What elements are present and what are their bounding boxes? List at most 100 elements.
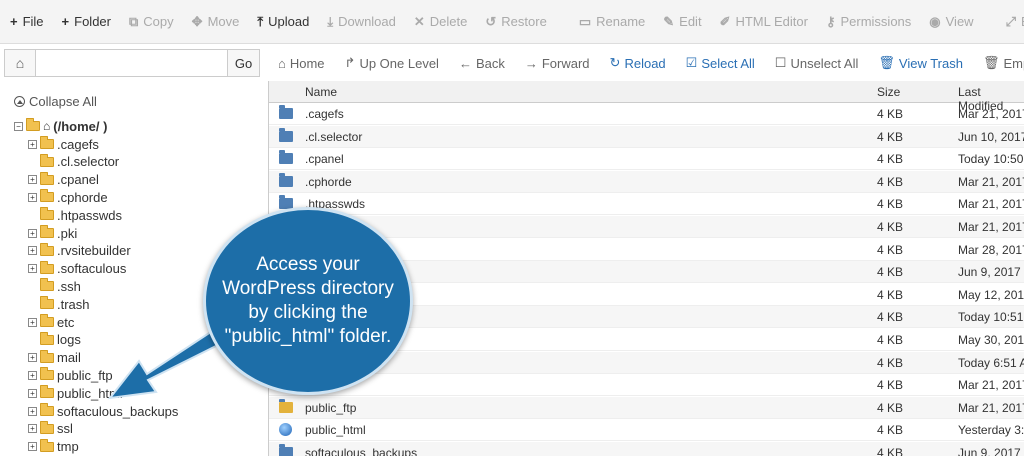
edit-button[interactable]: ✎ Edit xyxy=(663,14,701,30)
expand-icon[interactable]: + xyxy=(28,228,37,238)
tree-item[interactable]: + .cphorde xyxy=(28,188,108,206)
tree-item[interactable]: logs xyxy=(28,331,81,349)
reload-button[interactable]: ↻ Reload xyxy=(610,55,666,71)
restore-button[interactable]: ↺ Restore xyxy=(485,14,546,30)
tree-item[interactable]: + softaculous_backups xyxy=(28,402,178,420)
expand-icon[interactable]: + xyxy=(28,370,37,380)
expand-icon[interactable]: + xyxy=(28,264,37,274)
restore-icon: ↺ xyxy=(485,13,497,29)
up-one-level-icon: ↱ xyxy=(344,55,356,70)
tree-item[interactable]: .ssh xyxy=(28,277,81,295)
file-button[interactable]: + File xyxy=(10,14,44,29)
path-input[interactable] xyxy=(36,49,228,77)
permissions-button[interactable]: ⚷ Permissions xyxy=(826,14,911,30)
download-button[interactable]: ⤓ Download xyxy=(327,14,396,30)
tree-item[interactable]: + .rvsitebuilder xyxy=(28,242,131,260)
collapse-all-link[interactable]: Collapse All xyxy=(14,94,97,109)
cell-size: 4 KB xyxy=(877,378,904,393)
view-icon: ◉ xyxy=(929,13,941,29)
tree-item[interactable]: + ssl xyxy=(28,420,73,438)
navigation-bar: ⌂ Home ↱ Up One Level ← Back → Forward ↻ Reload ☑ S… xyxy=(268,49,1024,77)
collapse-toggle-icon[interactable]: − xyxy=(14,121,23,131)
empty-trash-button[interactable]: 🗑Empty Trash xyxy=(983,55,1024,71)
up-one-level-label: Up One Level xyxy=(359,55,439,71)
tree-item[interactable]: .cl.selector xyxy=(28,153,119,171)
expand-icon[interactable]: + xyxy=(28,353,37,363)
edit-icon: ✎ xyxy=(663,13,675,29)
tree-item[interactable]: + public_html xyxy=(28,384,123,402)
up-one-level-button[interactable]: ↱ Up One Level xyxy=(345,55,439,71)
table-row[interactable]: .cagefs 4 KB Mar 21, 2017 xyxy=(269,103,1024,125)
tree-item[interactable]: + .softaculous xyxy=(28,260,126,278)
select-all-button[interactable]: ☑ Select All xyxy=(686,55,755,71)
tree-item-label: mail xyxy=(57,350,81,366)
expand-icon[interactable]: + xyxy=(28,406,37,416)
folder-icon xyxy=(40,314,54,327)
view-trash-icon: 🗑 xyxy=(878,55,895,70)
expand-icon[interactable]: + xyxy=(28,317,37,327)
expand-icon[interactable]: + xyxy=(28,442,37,452)
table-row[interactable]: .cphorde 4 KB Mar 21, 2017 xyxy=(269,170,1024,193)
callout-text: Access your WordPress directory by click… xyxy=(222,254,394,347)
folder-icon xyxy=(279,105,293,119)
folder-icon xyxy=(40,225,54,238)
folder-icon xyxy=(40,385,54,399)
html-editor-button[interactable]: ✐ HTML Editor xyxy=(720,14,808,30)
tree-item-label: .cl.selector xyxy=(57,154,120,170)
table-row[interactable]: softaculous_backups 4 KB Jun 9, 2017 xyxy=(269,442,1024,456)
table-row[interactable]: .cpanel 4 KB Today 10:50 xyxy=(269,148,1024,171)
empty-trash-label: Empty Trash xyxy=(1003,55,1024,71)
tree-item[interactable]: .htpasswds xyxy=(28,206,122,224)
cell-size: 4 KB xyxy=(877,355,904,370)
cell-name: .cagefs xyxy=(305,107,344,121)
forward-label: Forward xyxy=(541,55,590,71)
extract-button[interactable]: ⤢Extract xyxy=(1006,14,1024,30)
copy-button[interactable]: ⧉ Copy xyxy=(129,14,174,30)
home-icon[interactable]: ⌂ xyxy=(4,49,36,77)
tree-item[interactable]: + .cpanel xyxy=(28,171,99,189)
table-row[interactable]: .htpasswds 4 KB Mar 21, 2017 xyxy=(269,193,1024,216)
tree-item[interactable]: + tmp xyxy=(28,438,79,456)
table-row[interactable]: public_html 4 KB Yesterday 3:1 xyxy=(269,419,1024,442)
table-row[interactable]: 4 KB Mar 21, 2017 xyxy=(269,374,1024,397)
tree-root[interactable]: − ⌂ (/home/ ) xyxy=(14,117,107,135)
expand-icon[interactable]: + xyxy=(28,246,37,256)
expand-icon[interactable]: + xyxy=(28,424,37,434)
view-trash-button[interactable]: 🗑 View Trash xyxy=(878,55,963,71)
expand-icon[interactable]: + xyxy=(28,388,37,398)
go-button[interactable]: Go xyxy=(228,49,260,77)
unselect-all-button[interactable]: ☐ Unselect All xyxy=(775,55,859,71)
tree-item-label: ssl xyxy=(57,421,73,437)
path-search-bar: ⌂ Go xyxy=(4,49,260,77)
home-button[interactable]: ⌂ Home xyxy=(278,56,325,71)
expand-icon[interactable]: + xyxy=(28,175,37,185)
tree-item[interactable]: + public_ftp xyxy=(28,366,113,384)
rename-button[interactable]: ▭ Rename xyxy=(579,14,645,30)
forward-button[interactable]: → Forward xyxy=(525,56,590,71)
tree-item[interactable]: + .pki xyxy=(28,224,77,242)
expand-icon[interactable]: + xyxy=(28,139,37,149)
delete-label: Delete xyxy=(429,14,468,29)
permissions-icon: ⚷ xyxy=(825,13,836,29)
expand-icon[interactable]: + xyxy=(28,192,37,202)
cell-modified: Yesterday 3:1 xyxy=(958,423,1024,438)
column-size[interactable]: Size xyxy=(877,85,900,99)
table-row[interactable]: .cl.selector 4 KB Jun 10, 2017 xyxy=(269,125,1024,148)
delete-button[interactable]: ✕ Delete xyxy=(414,14,467,30)
table-row[interactable]: public_ftp 4 KB Mar 21, 2017 xyxy=(269,396,1024,419)
tree-item[interactable]: + .cagefs xyxy=(28,135,99,153)
tree-item-label: .softaculous xyxy=(57,261,127,277)
tree-item[interactable]: + mail xyxy=(28,349,81,367)
unselect-all-label: Unselect All xyxy=(790,55,859,71)
tree-item[interactable]: .trash xyxy=(28,295,90,313)
tree-item[interactable]: + etc xyxy=(28,313,74,331)
column-name[interactable]: Name xyxy=(305,85,337,99)
upload-icon: ⤒ xyxy=(257,13,264,29)
move-button[interactable]: ✥ Move xyxy=(192,14,240,30)
folder-icon xyxy=(40,331,54,345)
upload-button[interactable]: ⤒ Upload xyxy=(257,14,309,30)
back-button[interactable]: ← Back xyxy=(459,56,505,71)
view-button[interactable]: ◉ View xyxy=(929,14,973,30)
folder-label: Folder xyxy=(74,14,111,29)
folder-button[interactable]: + Folder xyxy=(62,14,111,29)
